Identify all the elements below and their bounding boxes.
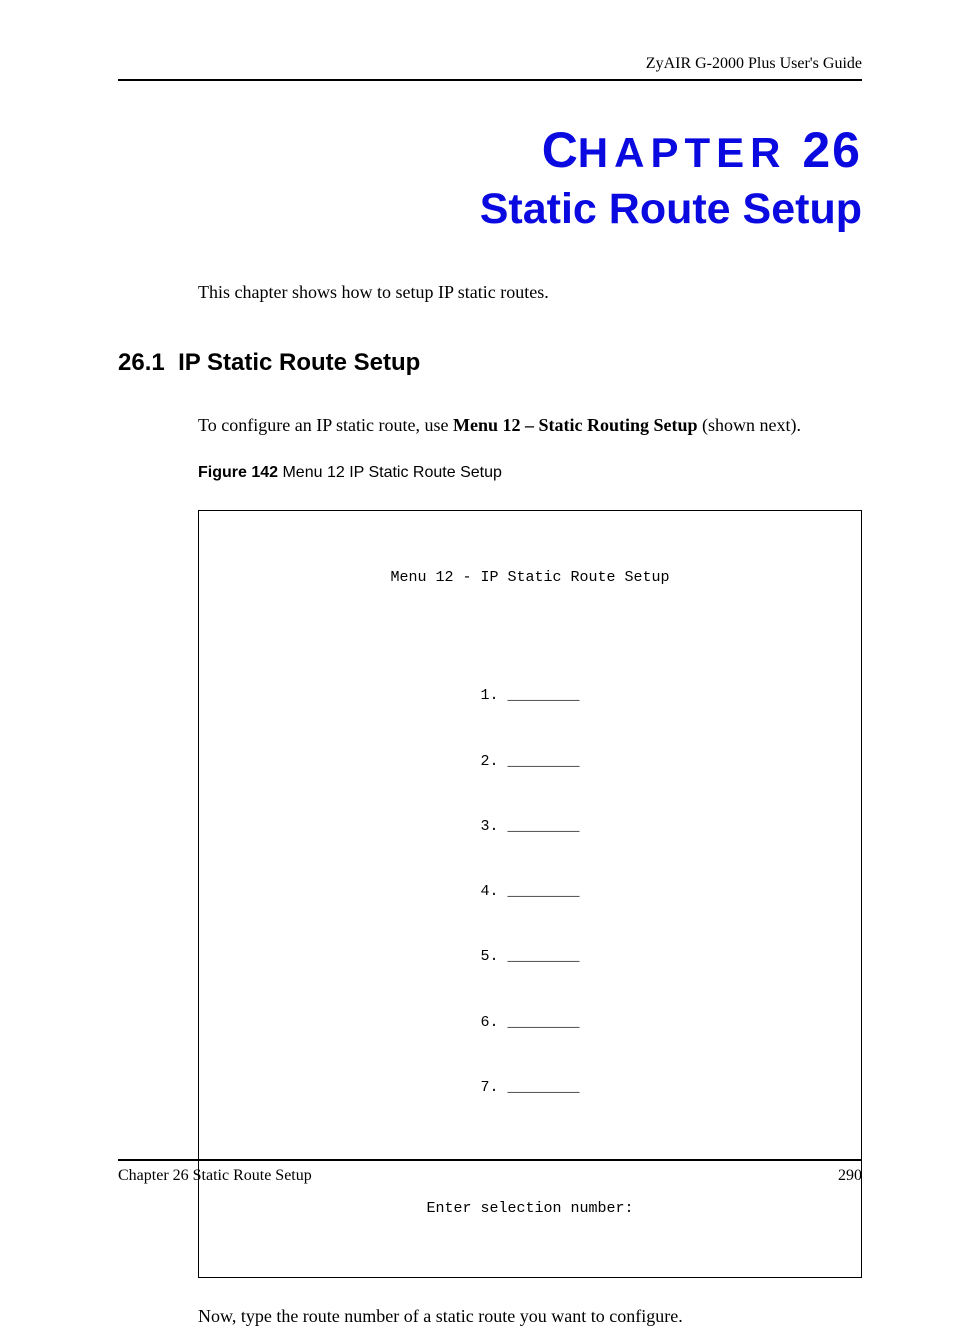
- guide-title: ZyAIR G-2000 Plus User's Guide: [646, 55, 862, 72]
- body1-after: (shown next).: [698, 415, 801, 435]
- section-heading: 26.1 IP Static Route Setup: [118, 349, 862, 377]
- menu-entry: 5. ________: [209, 946, 851, 968]
- chapter-title: Static Route Setup: [118, 185, 862, 234]
- chapter-label: CHAPTER 26: [118, 121, 862, 179]
- menu-entry: 7. ________: [209, 1077, 851, 1099]
- menu-entry: 6. ________: [209, 1012, 851, 1034]
- chapter-label-c: C: [542, 122, 578, 178]
- figure-label: Figure 142: [198, 464, 278, 481]
- body-paragraph-1: To configure an IP static route, use Men…: [198, 415, 862, 436]
- page-header: ZyAIR G-2000 Plus User's Guide: [118, 55, 862, 81]
- chapter-intro: This chapter shows how to setup IP stati…: [198, 282, 862, 303]
- chapter-heading: CHAPTER 26 Static Route Setup: [118, 121, 862, 234]
- body1-before: To configure an IP static route, use: [198, 415, 453, 435]
- page-footer: Chapter 26 Static Route Setup 290: [118, 1159, 862, 1185]
- menu-entries: 1. ________ 2. ________ 3. ________ 4. _…: [209, 642, 851, 1142]
- menu-prompt: Enter selection number:: [209, 1198, 851, 1220]
- chapter-label-rest: HAPTER: [578, 129, 787, 176]
- body1-bold: Menu 12 – Static Routing Setup: [453, 415, 698, 435]
- figure-caption-text: Menu 12 IP Static Route Setup: [278, 464, 502, 481]
- menu-title: Menu 12 - IP Static Route Setup: [209, 567, 851, 589]
- section-title: IP Static Route Setup: [178, 349, 420, 376]
- menu-entry: 3. ________: [209, 816, 851, 838]
- section-number: 26.1: [118, 349, 165, 376]
- menu-entry: 4. ________: [209, 881, 851, 903]
- body-paragraph-2: Now, type the route number of a static r…: [198, 1306, 862, 1327]
- menu-entry: 2. ________: [209, 751, 851, 773]
- figure-caption: Figure 142 Menu 12 IP Static Route Setup: [198, 464, 862, 482]
- chapter-number: 26: [786, 122, 862, 178]
- footer-left: Chapter 26 Static Route Setup: [118, 1167, 312, 1185]
- menu-entry: 1. ________: [209, 685, 851, 707]
- footer-page-number: 290: [838, 1167, 862, 1185]
